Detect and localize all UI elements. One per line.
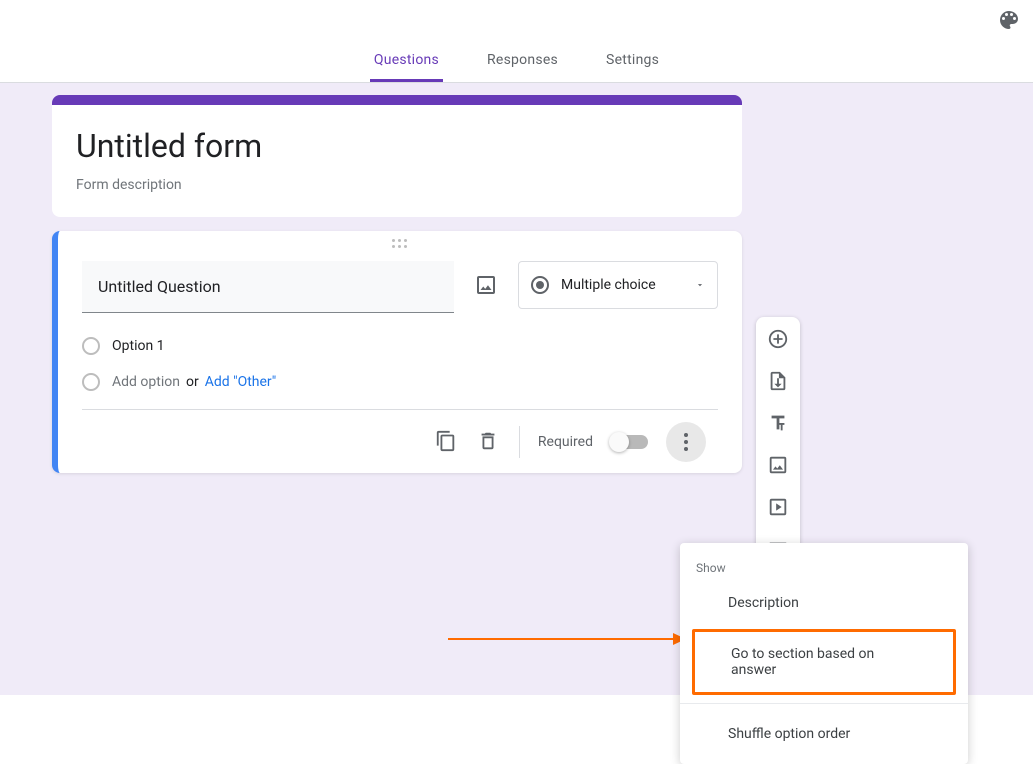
dropdown-arrow-icon [695,280,705,290]
question-type-label: Multiple choice [561,277,695,293]
tab-responses[interactable]: Responses [483,52,562,82]
tab-settings[interactable]: Settings [602,52,663,82]
radio-circle-icon [82,337,100,355]
drag-handle-icon[interactable] [392,239,408,249]
popup-divider [680,703,968,704]
add-video-icon[interactable] [766,495,790,519]
option-text[interactable]: Option 1 [112,338,165,354]
form-description[interactable]: Form description [76,177,718,193]
form-header-card[interactable]: Untitled form Form description [52,95,742,217]
question-text-input[interactable] [82,261,454,313]
tab-questions[interactable]: Questions [370,52,443,82]
question-card: Multiple choice Option 1 Add option or A… [52,231,742,473]
form-title[interactable]: Untitled form [76,127,718,165]
more-vert-icon [684,433,688,451]
add-title-icon[interactable] [766,411,790,435]
annotation-highlight: Go to section based on answer [692,629,956,695]
popup-section-label: Show [680,551,968,581]
menu-item-description[interactable]: Description [680,581,968,625]
add-option-row: Add option or Add "Other" [82,373,718,391]
side-toolbar [756,317,800,571]
footer-divider [519,426,520,458]
duplicate-icon[interactable] [435,430,459,454]
menu-item-goto-section[interactable]: Go to section based on answer [695,632,953,692]
option-row[interactable]: Option 1 [82,337,718,355]
required-label: Required [538,434,593,450]
add-image-icon[interactable] [766,453,790,477]
add-other-link[interactable]: Add "Other" [205,374,277,390]
question-options-menu: Show Description Go to section based on … [680,543,968,764]
delete-icon[interactable] [477,430,501,454]
add-question-icon[interactable] [766,327,790,351]
required-toggle[interactable] [611,435,648,449]
import-questions-icon[interactable] [766,369,790,393]
question-type-select[interactable]: Multiple choice [518,261,718,309]
annotation-arrow [448,629,688,649]
main-tabs: Questions Responses Settings [0,48,1033,83]
add-option-text[interactable]: Add option [112,374,180,390]
or-text: or [186,374,199,390]
add-image-icon[interactable] [474,273,498,297]
radio-icon [531,276,549,294]
menu-item-shuffle[interactable]: Shuffle option order [680,712,968,756]
theme-palette-icon[interactable] [997,8,1021,32]
radio-circle-icon [82,373,100,391]
more-options-button[interactable] [666,422,706,462]
